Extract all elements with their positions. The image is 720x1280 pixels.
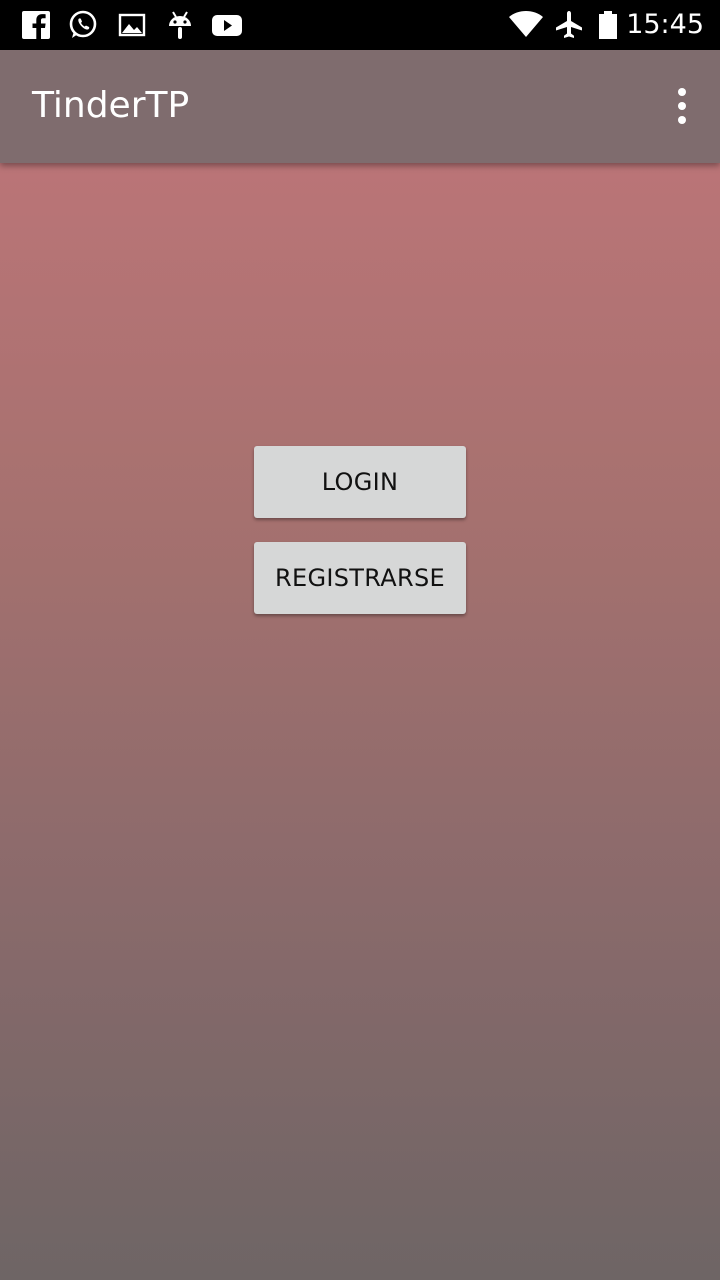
app-title: TinderTP bbox=[32, 85, 190, 126]
status-bar: 15:45 bbox=[0, 0, 720, 50]
airplane-mode-icon bbox=[556, 11, 582, 38]
screen: 15:45 TinderTP LOGIN REGISTRARSE bbox=[0, 0, 720, 1280]
android-icon bbox=[169, 11, 191, 39]
gallery-icon bbox=[118, 13, 146, 37]
facebook-icon bbox=[22, 11, 50, 39]
whatsapp-icon bbox=[69, 10, 97, 38]
status-time: 15:45 bbox=[626, 9, 704, 40]
login-button[interactable]: LOGIN bbox=[254, 446, 466, 518]
register-button[interactable]: REGISTRARSE bbox=[254, 542, 466, 614]
more-vert-icon[interactable] bbox=[670, 86, 694, 126]
wifi-icon bbox=[509, 11, 543, 37]
youtube-icon bbox=[212, 15, 242, 36]
battery-icon bbox=[599, 11, 617, 39]
app-bar: TinderTP bbox=[0, 50, 720, 163]
